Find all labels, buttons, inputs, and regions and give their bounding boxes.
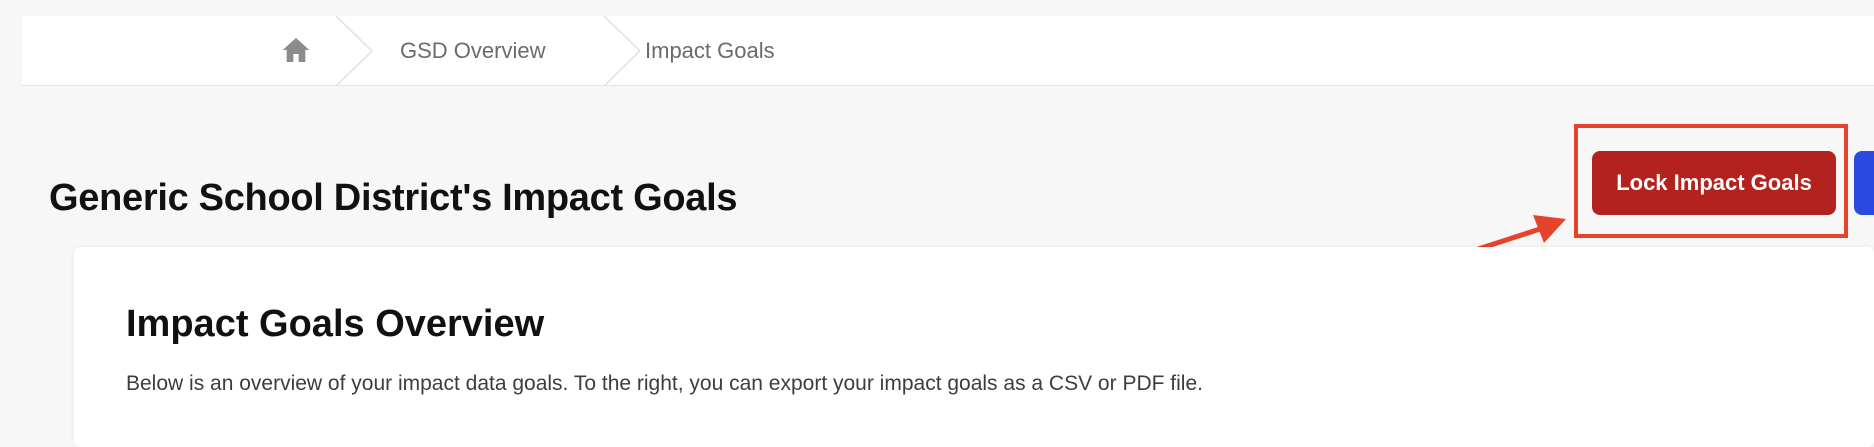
overview-title: Impact Goals Overview (126, 303, 545, 345)
impact-goals-overview-card: Impact Goals Overview Below is an overvi… (74, 247, 1874, 447)
breadcrumb-separator (336, 16, 374, 86)
lock-impact-goals-button[interactable]: Lock Impact Goals (1592, 151, 1836, 215)
home-icon[interactable] (280, 34, 312, 66)
breadcrumb-item-impact-goals: Impact Goals (645, 38, 775, 63)
breadcrumb-separator (604, 16, 642, 86)
breadcrumb: GSD Overview Impact Goals (22, 16, 1874, 86)
overview-description: Below is an overview of your impact data… (126, 372, 1203, 395)
secondary-action-button[interactable] (1854, 151, 1874, 215)
breadcrumb-item-gsd-overview[interactable]: GSD Overview (400, 38, 545, 64)
page-title: Generic School District's Impact Goals (49, 177, 738, 219)
